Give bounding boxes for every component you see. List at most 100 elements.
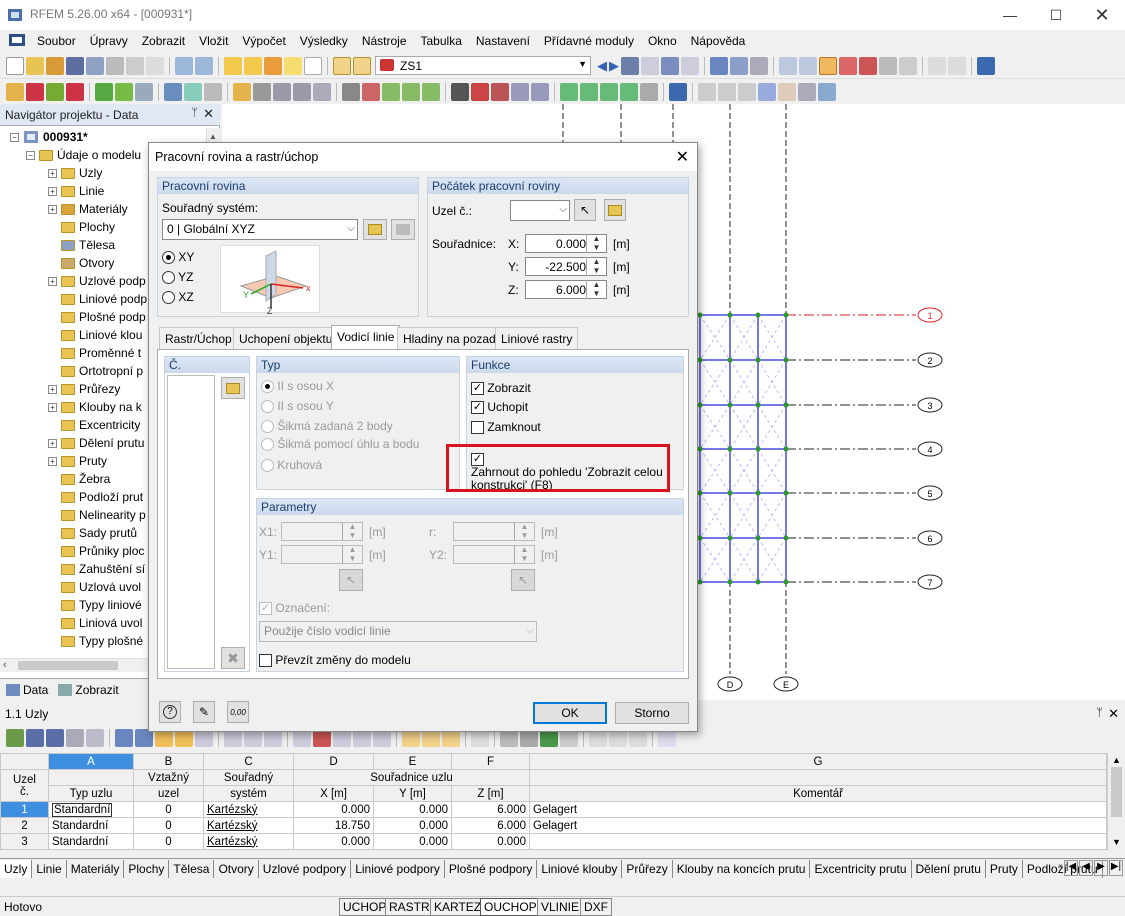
row-number[interactable]: 2 [0,817,49,834]
col-header[interactable]: G [529,753,1107,770]
navigator-icon[interactable] [353,56,371,75]
tab-liniove-rastry[interactable]: Liniové rastry [495,327,579,349]
plane-xz-radio[interactable]: XZ [162,290,194,305]
view-y-icon[interactable] [580,82,598,101]
pick-y2-button[interactable]: ↖ [511,569,535,591]
plane-yz-radio[interactable]: YZ [162,270,193,285]
pin-icon[interactable]: ᛘ [191,107,198,119]
tree-item[interactable]: Žebra [48,470,110,488]
status-kartez[interactable]: KARTEZ [430,898,486,916]
y-input[interactable]: -22.500 ▲ ▼ [525,257,607,276]
scroll-up-icon[interactable]: ▲ [1112,755,1121,765]
scroll-thumb[interactable] [1111,767,1122,817]
tree-item[interactable]: + Dělení prutu [48,434,144,452]
type-parallel-y[interactable]: II s osou Y [261,399,334,414]
comment-icon[interactable] [718,82,736,101]
y2-input[interactable]: ▲ ▼ [453,545,535,564]
type-two-points[interactable]: Šikmá zadaná 2 body [261,419,393,434]
menu-soubor[interactable]: Soubor [30,34,83,48]
table-tool-icon[interactable] [26,729,44,747]
intersect-icon[interactable] [531,82,549,101]
type-circular[interactable]: Kruhová [261,458,322,473]
plane-xy-radio[interactable]: XY [162,250,194,265]
solid-icon[interactable] [135,82,153,101]
measure-icon[interactable] [899,56,917,75]
sheet-tab[interactable]: Pruty [986,859,1023,878]
tab-vodici-linie[interactable]: Vodicí linie [331,325,401,350]
divide-icon[interactable] [491,82,509,101]
status-ouchop[interactable]: OUCHOP [480,898,541,916]
load-node-icon[interactable] [233,82,251,101]
transparent-icon[interactable] [798,82,816,101]
clip-icon[interactable] [758,82,776,101]
tree-item[interactable]: Liniové klou [48,326,142,344]
spin-icon[interactable]: ▲ ▼ [514,522,534,541]
pin-icon[interactable]: ᛘ [1096,707,1103,719]
deform-icon[interactable] [730,56,748,75]
marking-checkbox[interactable]: ✓ Označení: [259,601,330,616]
tree-item[interactable]: + Pruty [48,452,107,470]
r-input[interactable]: ▲ ▼ [453,522,535,541]
spin-icon[interactable]: ▲ ▼ [586,280,606,299]
line-icon[interactable] [26,82,44,101]
tree-item[interactable]: Excentricity [48,416,140,434]
menu-tabulka[interactable]: Tabulka [414,34,469,48]
type-parallel-x[interactable]: II s osou X [261,379,334,394]
scroll-left-icon[interactable]: ‹ [3,659,7,671]
marking-select[interactable]: Použije číslo vodicí linie ⌵ [259,621,537,642]
table-tool-icon[interactable] [66,729,84,747]
close-table-icon[interactable]: ✕ [1108,706,1119,722]
corner-cell[interactable] [0,753,49,770]
tree-item[interactable]: Plochy [48,218,115,236]
col-header[interactable]: F [451,753,530,770]
tree-item[interactable]: Plošné podp [48,308,146,326]
menu-zobrazit[interactable]: Zobrazit [135,34,192,48]
delete-icon[interactable] [471,82,489,101]
connect-icon[interactable] [511,82,529,101]
edit-button[interactable]: ✎ [193,701,215,723]
lock-checkbox[interactable]: Zamknout [471,420,541,435]
tree-item[interactable]: Nelinearity p [48,506,146,524]
tree-item[interactable]: + Klouby na k [48,398,142,416]
project-icon[interactable] [402,82,420,101]
minimize-icon[interactable]: — [987,0,1033,30]
result-values-icon[interactable] [621,56,639,75]
tab-uchopeni-objektu[interactable]: Uchopení objektu [233,327,339,349]
tree-item[interactable]: Ortotropní p [48,362,143,380]
collapse-icon[interactable]: − [26,150,35,160]
snap-icon[interactable] [799,56,817,75]
max-values-icon[interactable] [641,56,659,75]
menu-vypocet[interactable]: Výpočet [235,34,292,48]
col-header[interactable]: E [373,753,452,770]
tree-model-data[interactable]: − Údaje o modelu [26,146,141,164]
sheet-tab[interactable]: Tělesa [169,859,215,878]
table-row[interactable]: 1 Standardní 0 Kartézský 0.000 0.000 6.0… [0,801,1107,818]
menu-napoveda[interactable]: Nápověda [684,34,753,48]
table-row[interactable]: 2 Standardní 0 Kartézský 18.750 0.000 6.… [0,817,1107,834]
cell[interactable]: Gelagert [529,801,1107,818]
status-vlinie[interactable]: VLINIE [537,898,584,916]
cell[interactable]: Kartézský [203,833,294,850]
table-scrollbar[interactable]: ▲ ▼ [1107,753,1125,851]
guide-list[interactable] [167,375,215,669]
sheet-tab[interactable]: Plošné podpory [445,859,538,878]
tree-item[interactable]: Průniky ploc [48,542,144,560]
prev-loadcase-icon[interactable]: ◀ [597,58,607,74]
zoom-icon[interactable] [284,56,302,75]
expand-icon[interactable]: + [48,168,57,178]
delete-guide-button[interactable]: ✖ [221,647,245,669]
cell[interactable]: Standardní [48,833,134,850]
expand-icon[interactable]: + [48,186,57,196]
status-uchop[interactable]: UCHOP [339,898,391,916]
scroll-up-icon[interactable]: ▲ [209,132,217,141]
sheet-tab[interactable]: Uzlové podpory [259,859,352,878]
cell[interactable]: 0.000 [293,833,374,850]
snap-checkbox[interactable]: ✓ Uchopit [471,400,528,415]
display-icon[interactable] [661,56,679,75]
results-icon[interactable] [264,56,282,75]
tree-item[interactable]: Typy plošné [48,632,143,650]
doc-icon[interactable] [0,33,30,50]
calc-all-icon[interactable] [244,56,262,75]
spin-icon[interactable]: ▲ ▼ [342,522,362,541]
tree-item[interactable]: Sady prutů [48,524,137,542]
